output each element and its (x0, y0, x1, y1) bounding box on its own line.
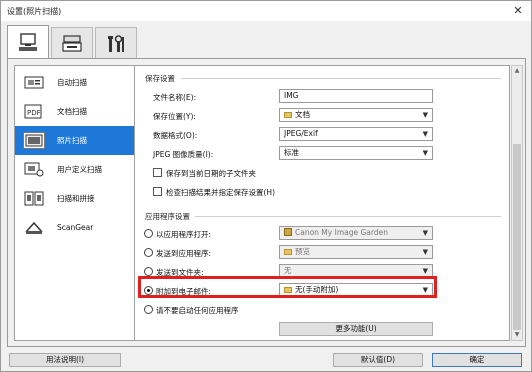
sidebar-item-label: 文档扫描 (57, 107, 87, 116)
scroll-thumb[interactable] (513, 144, 521, 330)
jpeg-quality-select[interactable]: 标准 ▼ (279, 146, 433, 160)
chevron-down-icon: ▼ (422, 248, 428, 256)
window-title: 设置(照片扫描) (7, 6, 62, 16)
instructions-button[interactable]: 用法说明(I) (9, 353, 121, 367)
title-bar: 设置(照片扫描) ✕ (1, 1, 531, 21)
sidebar-item-label: 照片扫描 (57, 136, 87, 145)
jpeg-quality-label: JPEG 图像质量(I): (153, 150, 214, 159)
sidebar-item-document-scan[interactable]: PDF 文档扫描 (15, 97, 134, 126)
sidebar-item-custom-scan[interactable]: 用户定义扫描 (15, 155, 134, 184)
scroll-down-icon[interactable]: ▼ (512, 330, 522, 340)
app-settings-title: 应用程序设置 (143, 211, 192, 222)
save-in-value: 文档 (295, 110, 310, 119)
data-format-label: 数据格式(O): (153, 131, 198, 140)
scan-type-sidebar: 自动扫描 PDF 文档扫描 照片扫描 用户定义扫描 扫描和拼接 ScanGear (14, 65, 135, 341)
open-with-app-label: 以应用程序打开: (156, 230, 212, 239)
data-format-select[interactable]: JPEG/Exif ▼ (279, 127, 433, 141)
tab-bar (7, 25, 139, 59)
save-settings-title: 保存设置 (143, 73, 177, 84)
scan-from-panel-icon (62, 34, 82, 52)
settings-panel: 保存设置 文件名称(E): IMG 保存位置(Y): 文档 ▼ 数据格式(O):… (134, 65, 510, 341)
open-with-app-value: Canon My Image Garden (295, 228, 388, 237)
jpeg-quality-value: 标准 (284, 148, 299, 157)
subfolder-checkbox-label: 保存到当前日期的子文件夹 (166, 169, 256, 178)
tools-icon (108, 34, 124, 52)
ok-button[interactable]: 确定 (432, 353, 522, 367)
scangear-icon (23, 219, 45, 236)
folder-icon (284, 112, 292, 118)
scan-from-computer-icon (19, 32, 37, 51)
scroll-up-icon[interactable]: ▲ (512, 66, 522, 76)
stitch-scan-icon (23, 190, 45, 207)
photo-scan-icon (23, 132, 45, 149)
file-name-label: 文件名称(E): (153, 93, 197, 102)
check-results-checkbox-label: 检查扫描结果并指定保存设置(H) (166, 188, 275, 197)
open-with-app-select[interactable]: Canon My Image Garden ▼ (279, 226, 433, 240)
document-scan-icon: PDF (23, 103, 45, 120)
sidebar-item-label: ScanGear (57, 223, 94, 232)
tab-scan-from-panel[interactable] (51, 27, 93, 59)
send-to-app-radio[interactable] (144, 248, 153, 257)
sidebar-item-auto-scan[interactable]: 自动扫描 (15, 68, 134, 97)
send-to-app-select[interactable]: 预览 ▼ (279, 245, 433, 259)
subfolder-checkbox[interactable] (153, 168, 162, 177)
check-results-checkbox[interactable] (153, 187, 162, 196)
sidebar-item-label: 自动扫描 (57, 78, 87, 87)
sidebar-item-label: 扫描和拼接 (57, 194, 95, 203)
sidebar-item-photo-scan[interactable]: 照片扫描 (15, 126, 134, 155)
save-in-select[interactable]: 文档 ▼ (279, 108, 433, 122)
send-to-folder-radio[interactable] (144, 267, 153, 276)
sidebar-item-label: 用户定义扫描 (57, 165, 102, 174)
settings-window: 设置(照片扫描) ✕ 自动扫描 PDF 文档扫描 照片扫描 用户定义扫描 扫描和… (0, 0, 532, 372)
tab-general-settings[interactable] (95, 27, 137, 59)
folder-icon (284, 249, 292, 255)
no-app-radio[interactable] (144, 305, 153, 314)
chevron-down-icon: ▼ (422, 130, 428, 138)
vertical-scrollbar[interactable]: ▲ ▼ (511, 65, 523, 341)
close-button[interactable]: ✕ (511, 4, 525, 18)
group-divider (195, 216, 501, 217)
app-icon (284, 228, 292, 236)
group-divider (181, 78, 501, 79)
send-to-app-value: 预览 (295, 247, 310, 256)
defaults-button[interactable]: 默认值(D) (333, 353, 423, 367)
auto-scan-icon (23, 74, 45, 91)
chevron-down-icon: ▼ (422, 229, 428, 237)
content-frame: 自动扫描 PDF 文档扫描 照片扫描 用户定义扫描 扫描和拼接 ScanGear… (7, 58, 526, 347)
send-to-app-label: 发送到应用程序: (156, 249, 212, 258)
sidebar-item-stitch-scan[interactable]: 扫描和拼接 (15, 184, 134, 213)
save-in-label: 保存位置(Y): (153, 112, 196, 121)
attach-email-highlight (138, 276, 437, 298)
data-format-value: JPEG/Exif (284, 129, 318, 138)
chevron-down-icon: ▼ (422, 149, 428, 157)
sidebar-item-scangear[interactable]: ScanGear (15, 213, 134, 242)
send-to-folder-value: 无 (284, 266, 292, 275)
file-name-field[interactable]: IMG (279, 89, 433, 103)
open-with-app-radio[interactable] (144, 229, 153, 238)
custom-scan-icon (23, 161, 45, 178)
tab-scan-from-computer[interactable] (7, 25, 49, 59)
no-app-label: 请不要启动任何应用程序 (156, 306, 239, 315)
chevron-down-icon: ▼ (422, 111, 428, 119)
more-functions-button[interactable]: 更多功能(U) (279, 322, 433, 336)
svg-text:PDF: PDF (27, 109, 41, 117)
